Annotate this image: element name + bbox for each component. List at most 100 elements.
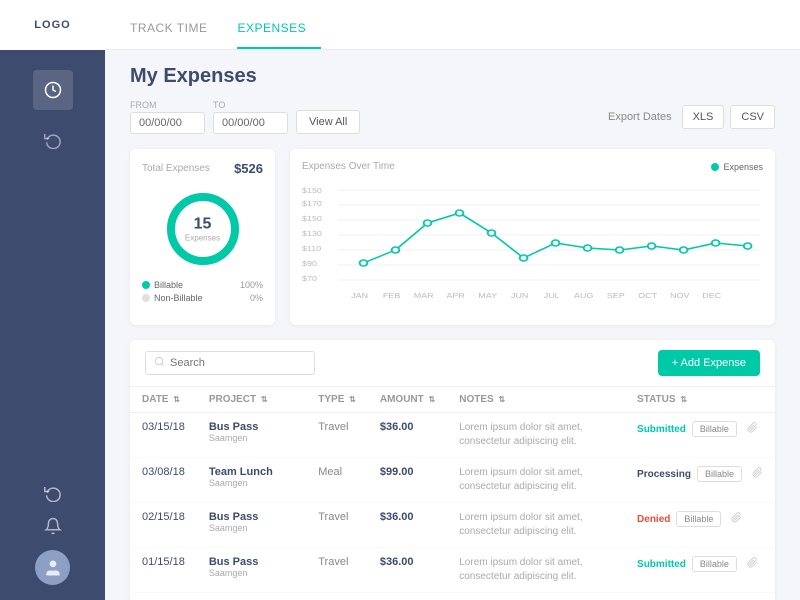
attach-icon[interactable] [747,557,758,571]
col-header-type[interactable]: TYPE ⇅ [306,387,368,413]
cell-project: Team Lunch Saamgen [197,458,306,503]
svg-text:$150: $150 [302,215,323,223]
export-label: Export Dates [608,111,672,123]
legend-billable: Billable 100% [142,280,263,290]
cell-amount: $99.00 [368,458,447,503]
tab-expenses[interactable]: EXPENSES [237,21,321,49]
project-sub: Saamgen [209,478,294,488]
table-header-row: DATE ⇅ PROJECT ⇅ TYPE ⇅ AMOUNT ⇅ NOTES ⇅ [130,387,775,413]
table-row: 02/15/18 Bus Pass Saamgen Travel $36.00 … [130,503,775,548]
svg-text:$130: $130 [302,230,323,238]
billable-badge[interactable]: Billable [676,511,721,527]
col-header-notes[interactable]: NOTES ⇅ [447,387,625,413]
svg-text:$150: $150 [302,187,323,195]
page-content: My Expenses From To View All Export Date… [105,50,800,600]
billable-badge[interactable]: Billable [692,556,737,572]
table-row: 12/20/17 Uber to the Airport Saamgen Tra… [130,593,775,600]
sidebar-logo: LOGO [0,0,105,50]
billable-pct: 100% [240,280,263,290]
svg-text:$70: $70 [302,275,318,283]
col-header-status[interactable]: STATUS ⇅ [625,387,775,413]
col-header-amount[interactable]: AMOUNT ⇅ [368,387,447,413]
svg-text:JAN: JAN [351,292,368,300]
cell-amount: $15.25 [368,593,447,600]
status-badge: Denied [637,514,670,525]
add-expense-button[interactable]: + Add Expense [658,350,760,376]
to-input[interactable] [213,112,288,134]
avatar[interactable] [35,550,70,585]
table-row: 03/08/18 Team Lunch Saamgen Meal $99.00 … [130,458,775,503]
tab-track-time[interactable]: TRACK TIME [130,21,222,49]
cell-project: Bus Pass Saamgen [197,548,306,593]
cell-type: Travel [306,413,368,458]
sidebar-history-icon[interactable] [44,484,62,507]
to-label: To [213,100,288,110]
cell-notes: Lorem ipsum dolor sit amet, consectetur … [447,413,625,458]
svg-text:NOV: NOV [670,292,690,300]
topnav: TRACK TIME EXPENSES [105,0,800,50]
search-input[interactable] [170,357,306,369]
svg-text:DEC: DEC [702,292,721,300]
donut-title: Total Expenses [142,163,210,174]
billable-badge[interactable]: Billable [692,421,737,437]
cell-status: Submitted Billable [625,413,775,458]
sidebar-icon-clock[interactable] [33,70,73,110]
sidebar-icon-history[interactable] [33,120,73,160]
cell-status: Submitted Billable [625,548,775,593]
line-chart-card: Expenses Over Time Expenses $150 $170 $1… [290,149,775,325]
csv-button[interactable]: CSV [730,105,775,129]
from-label: From [130,100,205,110]
project-name: Bus Pass [209,511,294,523]
svg-text:AUG: AUG [574,292,593,300]
nonbillable-pct: 0% [250,293,263,303]
line-chart-header: Expenses Over Time Expenses [302,161,763,172]
status-badge: Processing [637,469,691,480]
cell-status: Processing Billable [625,593,775,600]
cell-status: Denied Billable [625,503,775,548]
filters-row: From To View All Export Dates XLS CSV [130,100,775,134]
project-name: Bus Pass [209,421,294,433]
svg-text:OCT: OCT [638,292,657,300]
svg-text:SEP: SEP [607,292,625,300]
export-section: Export Dates XLS CSV [608,105,775,129]
cell-amount: $36.00 [368,413,447,458]
attach-icon[interactable] [747,422,758,436]
svg-text:MAY: MAY [478,292,497,300]
cell-type: Travel [306,593,368,600]
xls-button[interactable]: XLS [682,105,725,129]
col-header-project[interactable]: PROJECT ⇅ [197,387,306,413]
main-content: TRACK TIME EXPENSES My Expenses From To … [105,0,800,600]
svg-text:JUN: JUN [511,292,529,300]
project-sub: Saamgen [209,523,294,533]
billable-dot [142,281,150,289]
donut-number: 15 [185,216,220,234]
status-badge: Submitted [637,559,686,570]
to-filter: To [213,100,288,134]
cell-amount: $36.00 [368,548,447,593]
col-header-date[interactable]: DATE ⇅ [130,387,197,413]
cell-notes: Lorem ipsum dolor sit amet, consectetur … [447,503,625,548]
billable-badge[interactable]: Billable [697,466,742,482]
search-wrapper [145,351,315,375]
line-chart-title: Expenses Over Time [302,161,395,172]
donut-wrapper: 15 Expenses [158,184,248,274]
sidebar-bell-icon[interactable] [44,517,62,540]
cell-status: Processing Billable [625,458,775,503]
sidebar: LOGO [0,0,105,600]
table-section: + Add Expense DATE ⇅ PROJECT ⇅ TYPE ⇅ [130,340,775,600]
svg-text:$110: $110 [302,245,322,253]
from-input[interactable] [130,112,205,134]
table-row: 03/15/18 Bus Pass Saamgen Travel $36.00 … [130,413,775,458]
page-title: My Expenses [130,65,775,88]
svg-text:$170: $170 [302,200,323,208]
cell-date: 03/15/18 [130,413,197,458]
cell-project: Bus Pass Saamgen [197,503,306,548]
cell-date: 02/15/18 [130,503,197,548]
donut-card: Total Expenses $526 15 Expenses [130,149,275,325]
attach-icon[interactable] [752,467,763,481]
from-filter: From [130,100,205,134]
view-all-button[interactable]: View All [296,110,360,134]
attach-icon[interactable] [731,512,742,526]
nonbillable-label: Non-Billable [154,293,203,303]
cell-date: 12/20/17 [130,593,197,600]
